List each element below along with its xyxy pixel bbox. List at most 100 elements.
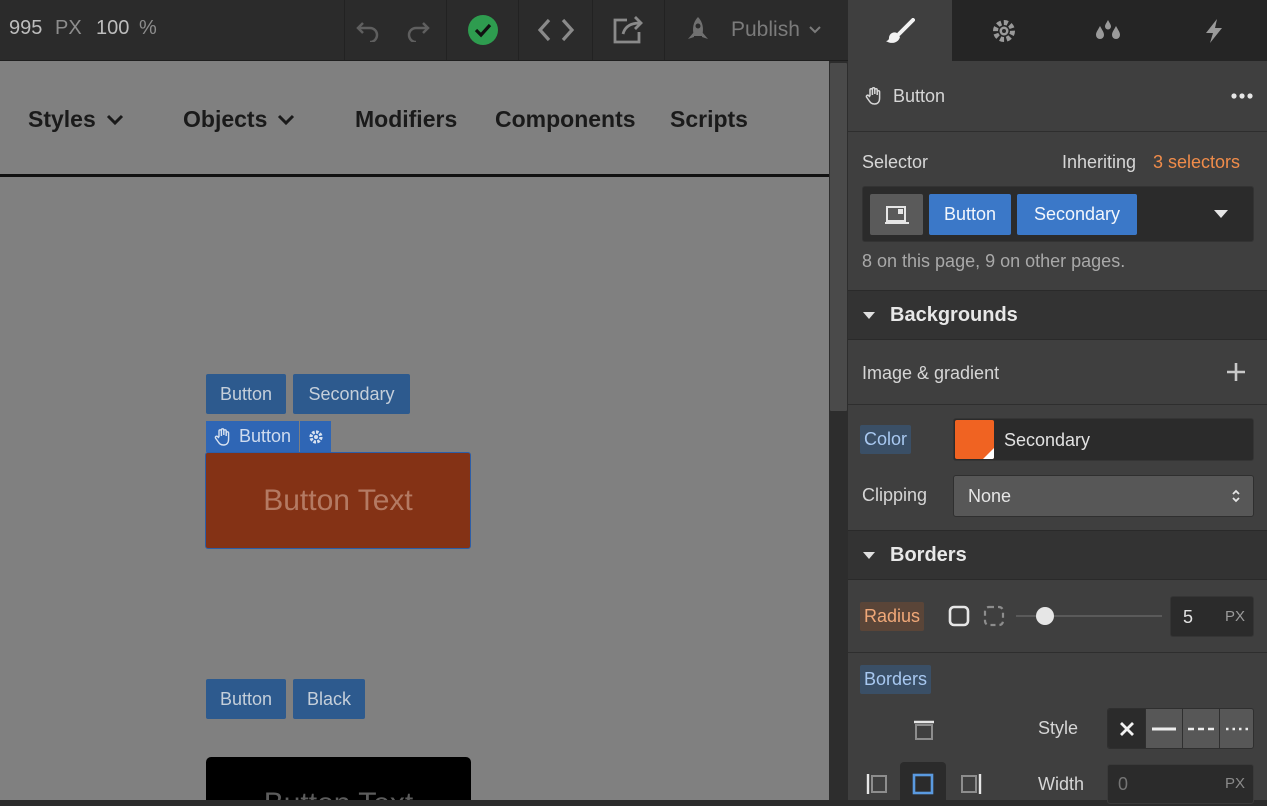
canvas-width-value[interactable]: 995: [9, 17, 42, 40]
borders-section-header[interactable]: Borders: [848, 530, 1267, 580]
check-circle-icon: [467, 15, 498, 45]
publish-label: Publish: [731, 18, 800, 41]
code-icon: [537, 18, 574, 42]
tab-interactions[interactable]: [1056, 0, 1160, 61]
tag-label: Button: [219, 383, 273, 404]
button-text: Button Text: [206, 787, 471, 800]
clipping-select[interactable]: None: [953, 475, 1254, 517]
border-top-icon: [914, 720, 934, 740]
code-button[interactable]: [518, 0, 592, 60]
caret-down-icon: [863, 552, 875, 559]
secondary-button-element[interactable]: Button Text: [205, 452, 471, 549]
nav-modifiers[interactable]: Modifiers: [355, 106, 457, 133]
top-toolbar: 995 PX 100 % Publish: [0, 0, 848, 61]
nav-scripts[interactable]: Scripts: [670, 106, 748, 133]
width-unit: PX: [1224, 775, 1245, 792]
selector-chip-button[interactable]: Button: [929, 194, 1011, 235]
selector-label: Selector: [862, 152, 929, 172]
solid-line-icon: [1152, 727, 1176, 731]
border-style-none-button[interactable]: [1108, 709, 1145, 748]
dotted-line-icon: [1225, 727, 1251, 731]
style-label: Style: [1038, 718, 1079, 738]
nav-objects[interactable]: Objects: [183, 106, 295, 133]
chevron-down-icon: [809, 26, 821, 34]
more-options-button[interactable]: [1229, 84, 1255, 108]
canvas-scrollbar-thumb[interactable]: [830, 63, 847, 411]
caret-down-icon: [1214, 210, 1228, 218]
caret-down-icon: [863, 312, 875, 319]
select-arrows-icon: [1232, 489, 1240, 503]
nav-styles[interactable]: Styles: [28, 106, 124, 133]
export-button[interactable]: [592, 0, 664, 60]
tag-label: Button: [219, 688, 273, 709]
divider: [848, 652, 1267, 653]
nav-components[interactable]: Components: [495, 106, 636, 133]
color-swatch[interactable]: [955, 420, 994, 459]
chevron-down-icon: [278, 114, 295, 125]
zoom-value[interactable]: 100: [96, 17, 129, 40]
radius-all-corners-button[interactable]: [948, 605, 970, 632]
radius-individual-corners-button[interactable]: [983, 605, 1005, 632]
color-field[interactable]: Secondary: [953, 418, 1254, 461]
redo-button[interactable]: [390, 0, 446, 60]
radius-input[interactable]: 5 PX: [1170, 596, 1254, 637]
tab-lightning[interactable]: [1160, 0, 1267, 61]
class-tag-black[interactable]: Black: [293, 679, 365, 719]
border-width-field[interactable]: [1118, 774, 1198, 795]
selected-element-label[interactable]: Button: [206, 421, 300, 452]
selector-dropdown-button[interactable]: [1213, 207, 1229, 225]
export-icon: [613, 16, 643, 44]
class-tag-secondary[interactable]: Secondary: [293, 374, 410, 414]
inheriting-selectors-link[interactable]: 3 selectors: [1153, 152, 1240, 173]
tab-style[interactable]: [848, 0, 952, 61]
zoom-unit: %: [139, 17, 157, 39]
border-left-icon: [866, 774, 887, 794]
radius-label: Radius: [860, 602, 925, 631]
selected-element-name: Button: [239, 426, 292, 446]
undo-button[interactable]: [344, 0, 390, 60]
divider: [848, 131, 1267, 132]
border-width-input[interactable]: PX: [1107, 764, 1254, 804]
borders-label-text: Borders: [864, 669, 928, 689]
clipping-label: Clipping: [862, 485, 928, 505]
border-style-dotted-button[interactable]: [1219, 709, 1253, 748]
publish-status-button[interactable]: [446, 0, 518, 60]
border-left-button[interactable]: [863, 770, 891, 798]
element-name: Button: [893, 86, 946, 106]
border-top-button[interactable]: [910, 717, 938, 745]
class-tag-button[interactable]: Button: [206, 679, 286, 719]
clipping-value: None: [968, 486, 1012, 506]
border-style-segmented: [1107, 708, 1254, 749]
tab-settings[interactable]: [952, 0, 1056, 61]
add-image-gradient-button[interactable]: [1224, 360, 1248, 384]
element-settings-button[interactable]: [300, 421, 332, 452]
border-style-solid-button[interactable]: [1145, 709, 1182, 748]
radius-value: 5: [1183, 607, 1194, 627]
border-style-dashed-button[interactable]: [1182, 709, 1219, 748]
nav-label: Styles: [28, 106, 96, 132]
button-text: Button Text: [263, 483, 413, 517]
design-canvas[interactable]: Styles Objects Modifiers Components Scri…: [0, 61, 829, 800]
width-label: Width: [1038, 774, 1085, 794]
selector-field[interactable]: Button Secondary: [862, 186, 1254, 242]
tag-label: Black: [306, 688, 351, 709]
backgrounds-section-header[interactable]: Backgrounds: [848, 290, 1267, 340]
selector-chip-secondary[interactable]: Secondary: [1017, 194, 1137, 235]
border-right-button[interactable]: [957, 770, 985, 798]
publish-button[interactable]: Publish: [664, 0, 848, 60]
element-state-button[interactable]: [870, 194, 923, 235]
nav-label: Scripts: [670, 106, 748, 132]
rounded-square-icon: [948, 605, 970, 627]
gear-icon: [308, 429, 323, 444]
lightning-icon: [1205, 18, 1222, 43]
more-icon: [1231, 93, 1253, 99]
nav-label: Objects: [183, 106, 268, 132]
divider: [848, 404, 1267, 405]
black-button-element[interactable]: Button Text: [206, 757, 471, 800]
rocket-icon: [688, 17, 708, 39]
border-all-button[interactable]: [900, 762, 946, 806]
border-right-icon: [961, 774, 982, 794]
class-tag-button[interactable]: Button: [206, 374, 286, 414]
radius-slider-thumb[interactable]: [1036, 607, 1055, 625]
tag-label: Secondary: [308, 383, 395, 404]
